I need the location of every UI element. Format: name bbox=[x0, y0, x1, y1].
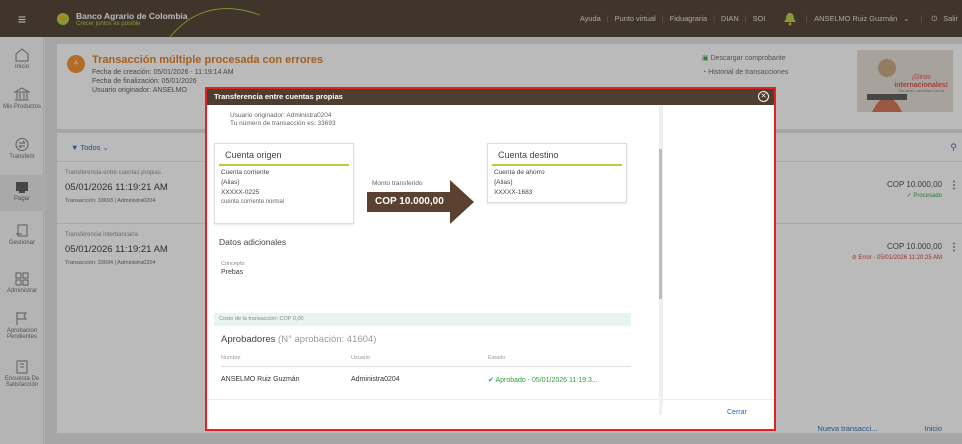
origin-account-card: Cuenta origen Cuenta corriente {Alias} X… bbox=[214, 143, 354, 224]
divider bbox=[207, 399, 774, 400]
approver-status-label: Aprobado - 05/01/2026 11:19:3... bbox=[495, 377, 598, 384]
approvers-label: Aprobadores bbox=[221, 334, 276, 345]
modal-originator: Usuario originador: Administra0204 bbox=[230, 112, 332, 119]
origin-desc: cuenta corriente normal bbox=[221, 199, 285, 205]
scrollbar-thumb[interactable] bbox=[659, 149, 662, 299]
arrow-right-icon bbox=[450, 180, 474, 224]
destination-alias: {Alias} bbox=[494, 179, 513, 186]
destination-type: Cuenta de ahorro bbox=[494, 169, 545, 176]
origin-title: Cuenta origen bbox=[219, 144, 349, 166]
column-header-user: Usuario bbox=[351, 355, 370, 361]
destination-account-card: Cuenta destino Cuenta de ahorro {Alias} … bbox=[487, 143, 627, 203]
column-header-name: Nombre bbox=[221, 355, 241, 361]
amount-label: Monto transferido bbox=[372, 180, 423, 187]
approval-number: (N° aprobación: 41604) bbox=[278, 334, 377, 345]
check-icon: ✔ bbox=[488, 377, 494, 384]
destination-number: XXXXX-1683 bbox=[494, 189, 533, 196]
modal-header: Transferencia entre cuentas propias ✕ bbox=[207, 89, 774, 105]
transfer-amount: COP 10.000,00 bbox=[367, 192, 450, 212]
close-icon[interactable]: ✕ bbox=[758, 91, 769, 102]
origin-type: Cuenta corriente bbox=[221, 169, 270, 176]
modal-tx-number: Tu número de transacción es: 33693 bbox=[230, 120, 336, 127]
modal-title: Transferencia entre cuentas propias bbox=[214, 92, 343, 101]
destination-title: Cuenta destino bbox=[492, 144, 622, 166]
divider bbox=[221, 366, 631, 367]
approver-name: ANSELMO Ruiz Guzmán bbox=[221, 376, 300, 383]
close-button[interactable]: Cerrar bbox=[727, 409, 747, 416]
approver-status: ✔ Aprobado - 05/01/2026 11:19:3... bbox=[488, 376, 598, 384]
concept-label: Concepto bbox=[221, 261, 245, 267]
concept-value: Prebas bbox=[221, 269, 244, 276]
divider bbox=[662, 105, 663, 405]
transaction-cost: Costo de la transacción: COP 0,00 bbox=[214, 313, 631, 326]
origin-alias: {Alias} bbox=[221, 179, 240, 186]
column-header-status: Estado bbox=[488, 355, 506, 361]
approvers-title: Aprobadores (N° aprobación: 41604) bbox=[221, 334, 376, 345]
origin-number: XXXXX-0225 bbox=[221, 189, 260, 196]
approver-user: Administra0204 bbox=[351, 376, 400, 383]
app-root: ≡ Banco Agrario de Colombia Crecer junto… bbox=[0, 0, 962, 444]
transfer-detail-modal: Transferencia entre cuentas propias ✕ Us… bbox=[205, 87, 776, 431]
additional-data-title: Datos adicionales bbox=[219, 237, 287, 247]
